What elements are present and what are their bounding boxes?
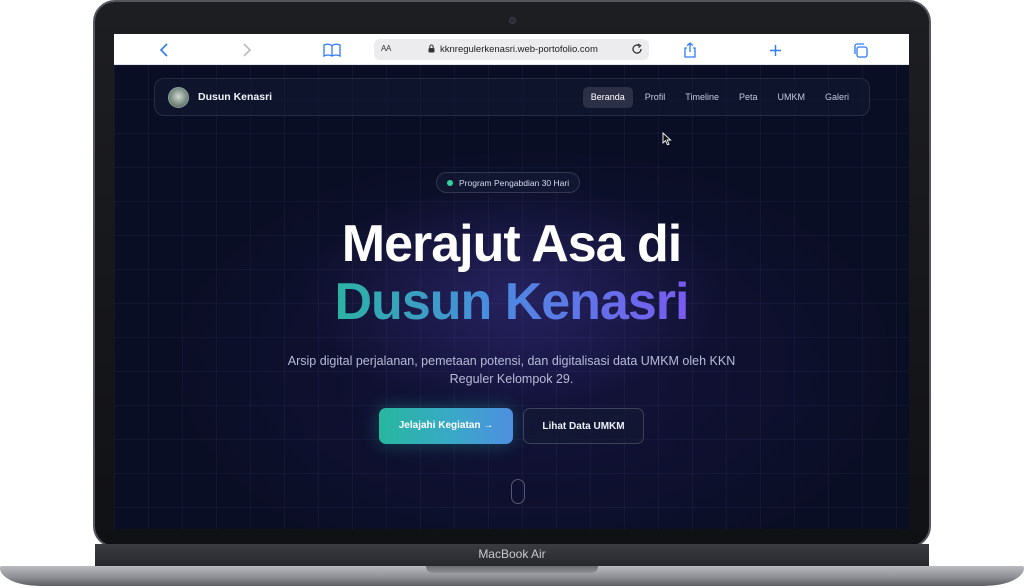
- back-icon[interactable]: [154, 40, 174, 60]
- village-logo[interactable]: [168, 87, 189, 108]
- webcam: [509, 17, 516, 24]
- program-badge: Program Pengabdian 30 Hari: [436, 172, 581, 193]
- nav-link-galeri[interactable]: Galeri: [817, 87, 857, 108]
- tabs-overview-icon[interactable]: [850, 40, 870, 60]
- status-dot-icon: [447, 180, 453, 186]
- text-size-button[interactable]: AA: [381, 44, 391, 53]
- brand-name[interactable]: Dusun Kenasri: [198, 91, 272, 103]
- badge-label: Program Pengabdian 30 Hari: [459, 178, 570, 188]
- site-navbar: Dusun Kenasri Beranda Profil Timeline Pe…: [154, 78, 870, 116]
- lock-icon: [428, 44, 435, 55]
- view-umkm-data-button[interactable]: Lihat Data UMKM: [523, 408, 644, 444]
- device-model-label: MacBook Air: [478, 547, 546, 561]
- hero-title-line-1: Merajut Asa di: [341, 215, 683, 273]
- url-text: kknregulerkenasri.web-portofolio.com: [440, 44, 598, 55]
- mouse-cursor-icon: [662, 131, 672, 151]
- hero-title-highlight: Dusun Kenasri: [334, 273, 690, 331]
- forward-icon[interactable]: [237, 40, 257, 60]
- nav-link-umkm[interactable]: UMKM: [769, 87, 813, 108]
- reload-icon[interactable]: [631, 43, 643, 57]
- nav-link-timeline[interactable]: Timeline: [677, 87, 727, 108]
- bookmarks-icon[interactable]: [322, 40, 342, 60]
- new-tab-icon[interactable]: [765, 40, 785, 60]
- hero-title-line-2: Dusun Kenasri: [114, 273, 909, 331]
- hero-subtitle: Arsip digital perjalanan, pemetaan poten…: [287, 354, 736, 386]
- safari-toolbar: AA kknregulerkenasri.web-portofolio.com: [114, 34, 909, 65]
- nav-links: Beranda Profil Timeline Peta UMKM Galeri: [582, 87, 857, 108]
- nav-link-profil[interactable]: Profil: [637, 87, 674, 108]
- nav-link-peta[interactable]: Peta: [731, 87, 766, 108]
- explore-activities-button[interactable]: Jelajahi Kegiatan →: [379, 408, 513, 444]
- scroll-indicator-icon[interactable]: [511, 479, 525, 504]
- address-bar[interactable]: AA kknregulerkenasri.web-portofolio.com: [374, 39, 649, 60]
- nav-link-beranda[interactable]: Beranda: [582, 87, 633, 108]
- share-icon[interactable]: [680, 40, 700, 60]
- laptop-notch: [426, 566, 598, 573]
- laptop-screen: AA kknregulerkenasri.web-portofolio.com …: [114, 34, 909, 529]
- website-hero: Dusun Kenasri Beranda Profil Timeline Pe…: [114, 65, 909, 529]
